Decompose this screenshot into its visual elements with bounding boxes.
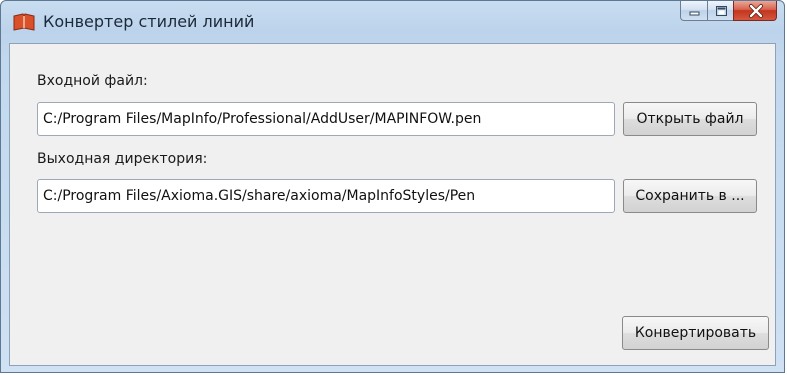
save-to-button[interactable]: Сохранить в ... bbox=[623, 179, 757, 213]
output-directory-label: Выходная директория: bbox=[37, 151, 208, 167]
maximize-button[interactable] bbox=[707, 1, 733, 21]
output-directory-field[interactable]: C:/Program Files/Axioma.GIS/share/axioma… bbox=[37, 179, 615, 213]
converter-window: Конвертер стилей линий Входной файл: C:/… bbox=[0, 0, 785, 373]
open-file-button[interactable]: Открыть файл bbox=[623, 102, 757, 136]
dialog-body: Входной файл: C:/Program Files/MapInfo/P… bbox=[9, 43, 776, 366]
title-bar[interactable]: Конвертер стилей линий bbox=[1, 1, 784, 43]
close-icon bbox=[749, 4, 763, 18]
minimize-button[interactable] bbox=[680, 1, 707, 21]
minimize-icon bbox=[689, 11, 700, 16]
book-icon bbox=[13, 13, 35, 31]
maximize-icon bbox=[716, 6, 727, 16]
close-button[interactable] bbox=[733, 1, 777, 21]
input-file-label: Входной файл: bbox=[37, 73, 148, 89]
window-controls bbox=[680, 1, 777, 21]
convert-button[interactable]: Конвертировать bbox=[622, 316, 769, 350]
window-title: Конвертер стилей линий bbox=[43, 12, 255, 31]
input-file-field[interactable]: C:/Program Files/MapInfo/Professional/Ad… bbox=[37, 102, 615, 136]
